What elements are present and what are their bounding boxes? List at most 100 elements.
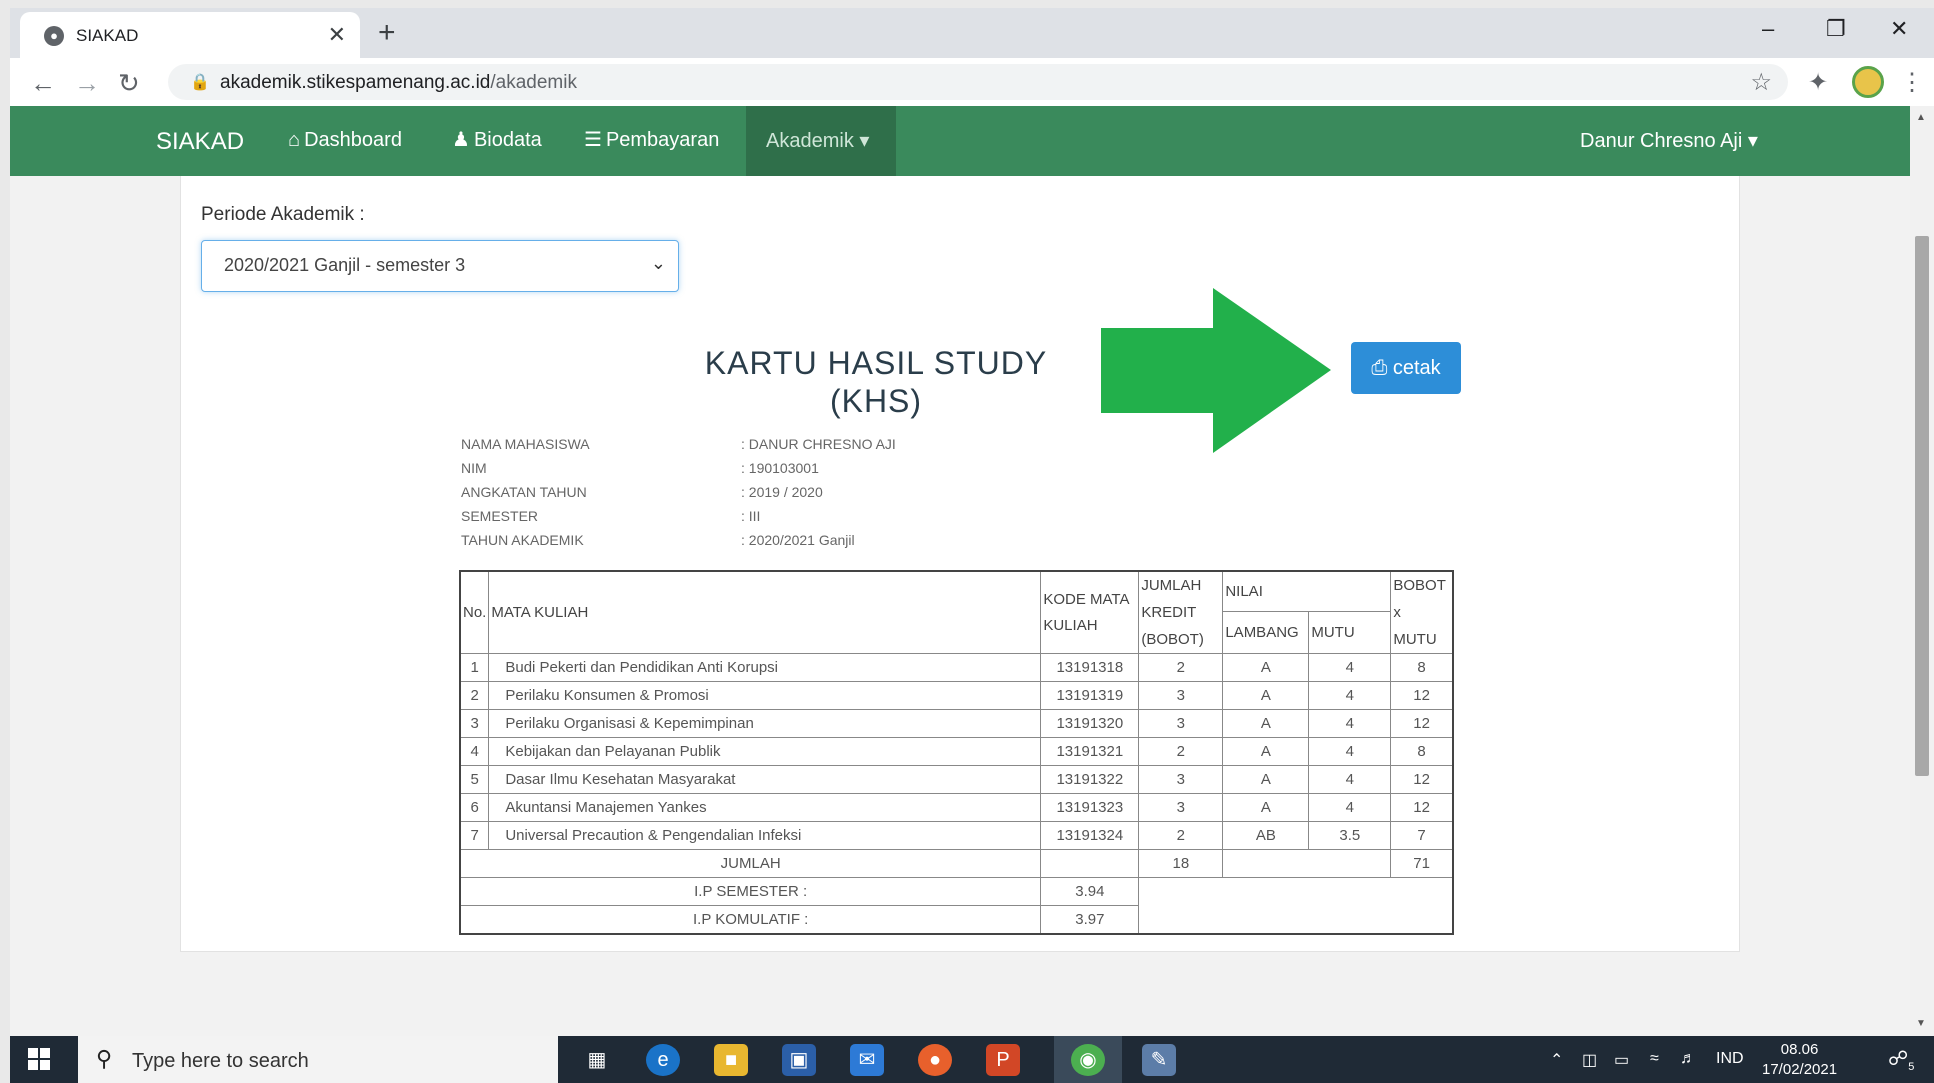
back-icon[interactable]: ← — [30, 68, 56, 99]
header-no: No. — [459, 570, 490, 654]
header-kode: KODE MATA KULIAH — [1040, 570, 1140, 654]
header-bobot-x-mutu: BOBOT x MUTU — [1390, 570, 1454, 654]
row-mutu: 4 — [1308, 737, 1392, 766]
profile-avatar[interactable] — [1852, 66, 1884, 98]
row-mata-kuliah: Kebijakan dan Pelayanan Publik — [488, 737, 1042, 766]
header-kredit: JUMLAH KREDIT (BOBOT) — [1138, 570, 1224, 654]
tray-device-icon[interactable]: ◫ — [1582, 1050, 1597, 1070]
globe-icon: ● — [44, 26, 64, 46]
row-bobot-x-mutu: 12 — [1390, 793, 1454, 822]
row-lambang: A — [1222, 793, 1310, 822]
jumlah-kredit: 18 — [1138, 849, 1224, 878]
reload-icon[interactable]: ↻ — [118, 68, 140, 99]
task-view-icon[interactable]: ▦ — [580, 1044, 614, 1076]
row-mata-kuliah: Perilaku Organisasi & Kepemimpinan — [488, 709, 1042, 738]
row-kredit: 2 — [1138, 821, 1224, 850]
page-scrollbar[interactable]: ▲ ▼ — [1910, 106, 1934, 1036]
windows-start-icon[interactable] — [28, 1048, 50, 1070]
row-kode: 13191322 — [1040, 765, 1140, 794]
row-mutu: 4 — [1308, 681, 1392, 710]
row-mata-kuliah: Perilaku Konsumen & Promosi — [488, 681, 1042, 710]
close-tab-icon[interactable]: ✕ — [328, 22, 346, 48]
forward-icon[interactable]: → — [74, 68, 100, 99]
store-icon[interactable]: ▣ — [782, 1044, 816, 1076]
siakad-navbar: SIAKAD ⌂ Dashboard ♟ Biodata ☰ Pembayaran A… — [10, 106, 1910, 176]
row-no: 2 — [459, 681, 490, 710]
header-nilai: NILAI — [1222, 570, 1392, 612]
row-kode: 13191321 — [1040, 737, 1140, 766]
file-explorer-icon[interactable]: ■ — [714, 1044, 748, 1076]
minimize-icon[interactable]: – — [1762, 16, 1774, 42]
close-window-icon[interactable]: ✕ — [1890, 16, 1908, 42]
search-icon: ⚲ — [96, 1046, 113, 1071]
jumlah-kode-empty — [1040, 849, 1140, 878]
row-kode: 13191319 — [1040, 681, 1140, 710]
page-viewport: SIAKAD ⌂ Dashboard ♟ Biodata ☰ Pembayaran A… — [10, 106, 1910, 1036]
cetak-button[interactable]: ⎙ cetak — [1351, 342, 1461, 394]
row-bobot-x-mutu: 12 — [1390, 765, 1454, 794]
paint-icon[interactable]: ✎ — [1142, 1044, 1176, 1076]
battery-icon[interactable]: ▭ — [1614, 1050, 1629, 1070]
screen: ● SIAKAD ✕ + – ❐ ✕ ← → ↻ 🔒 akademik.stik… — [10, 8, 1934, 1083]
row-kredit: 3 — [1138, 765, 1224, 794]
menu-kebab-icon[interactable]: ⋮ — [1900, 68, 1924, 97]
powerpoint-icon[interactable]: P — [986, 1044, 1020, 1076]
row-lambang: AB — [1222, 821, 1310, 850]
wifi-icon[interactable]: ≈ — [1650, 1050, 1659, 1068]
row-lambang: A — [1222, 681, 1310, 710]
scroll-thumb[interactable] — [1915, 236, 1929, 776]
extensions-icon[interactable]: ✦ — [1808, 68, 1828, 97]
table-row: 4 Kebijakan dan Pelayanan Publik 13191321 2… — [459, 737, 1454, 766]
row-lambang: A — [1222, 765, 1310, 794]
table-row: 5 Dasar Ilmu Kesehatan Masyarakat 13191322… — [459, 765, 1454, 794]
row-bobot-x-mutu: 8 — [1390, 653, 1454, 682]
tray-overflow-icon[interactable]: ⌃ — [1550, 1050, 1563, 1070]
periode-select[interactable]: 2020/2021 Ganjil - semester 3 ⌄ — [201, 240, 679, 292]
row-no: 3 — [459, 709, 490, 738]
row-kredit: 2 — [1138, 653, 1224, 682]
row-no: 1 — [459, 653, 490, 682]
row-bobot-x-mutu: 12 — [1390, 681, 1454, 710]
address-bar[interactable]: 🔒 akademik.stikespamenang.ac.id/akademik… — [168, 64, 1788, 100]
bookmark-star-icon[interactable]: ☆ — [1750, 68, 1772, 97]
row-kode: 13191324 — [1040, 821, 1140, 850]
browser-tab[interactable]: ● SIAKAD ✕ — [20, 12, 360, 58]
nav-biodata[interactable]: ♟ Biodata — [452, 128, 542, 158]
nav-akademik-label[interactable]: Akademik ▾ — [766, 128, 869, 153]
ip-semester-value: 3.94 — [1040, 877, 1140, 906]
volume-icon[interactable]: ♬ — [1680, 1050, 1696, 1068]
lock-icon[interactable]: 🔒 — [190, 72, 210, 92]
header-lambang: LAMBANG — [1222, 610, 1310, 655]
khs-title: KARTU HASIL STUDY (KHS) — [704, 345, 1048, 419]
table-row: 2 Perilaku Konsumen & Promosi 13191319 3 A 4 1… — [459, 681, 1454, 710]
table-row: 7 Universal Precaution & Pengendalian Inf… — [459, 821, 1454, 850]
firefox-icon[interactable]: ● — [918, 1044, 952, 1076]
ip-semester-row: I.P SEMESTER :3.94 — [459, 877, 1454, 934]
mail-icon[interactable]: ✉ — [850, 1044, 884, 1076]
language-indicator[interactable]: IND — [1716, 1050, 1744, 1068]
user-icon: ♟ — [452, 129, 470, 151]
table-row: 6 Akuntansi Manajemen Yankes 13191323 3 A 4 12 — [459, 793, 1454, 822]
scroll-up-icon[interactable]: ▲ — [1916, 112, 1926, 123]
ip-kumulatif-label: I.P KOMULATIF : — [459, 905, 1042, 934]
taskbar-search[interactable]: ⚲ Type here to search — [78, 1036, 558, 1083]
user-menu[interactable]: Danur Chresno Aji ▾ — [1580, 128, 1758, 153]
browser-toolbar: ← → ↻ 🔒 akademik.stikespamenang.ac.id/ak… — [10, 58, 1934, 106]
taskbar-clock[interactable]: 08.06 17/02/2021 — [1762, 1040, 1837, 1080]
scroll-down-icon[interactable]: ▼ — [1916, 1018, 1926, 1029]
brand-link[interactable]: SIAKAD — [156, 128, 244, 156]
nav-dashboard[interactable]: ⌂ Dashboard — [288, 128, 402, 158]
edge-icon[interactable]: e — [646, 1044, 680, 1076]
nav-pembayaran[interactable]: ☰ Pembayaran — [584, 128, 719, 158]
jumlah-nilai-empty — [1222, 849, 1392, 878]
chrome-icon[interactable]: ◉ — [1071, 1044, 1105, 1076]
restore-icon[interactable]: ❐ — [1826, 16, 1846, 42]
header-mutu: MUTU — [1308, 610, 1392, 655]
row-kredit: 3 — [1138, 793, 1224, 822]
notifications-icon[interactable]: ☍5 — [1888, 1046, 1914, 1073]
row-bobot-x-mutu: 7 — [1390, 821, 1454, 850]
new-tab-icon[interactable]: + — [378, 16, 396, 50]
row-lambang: A — [1222, 737, 1310, 766]
row-kode: 13191323 — [1040, 793, 1140, 822]
row-kode: 13191318 — [1040, 653, 1140, 682]
